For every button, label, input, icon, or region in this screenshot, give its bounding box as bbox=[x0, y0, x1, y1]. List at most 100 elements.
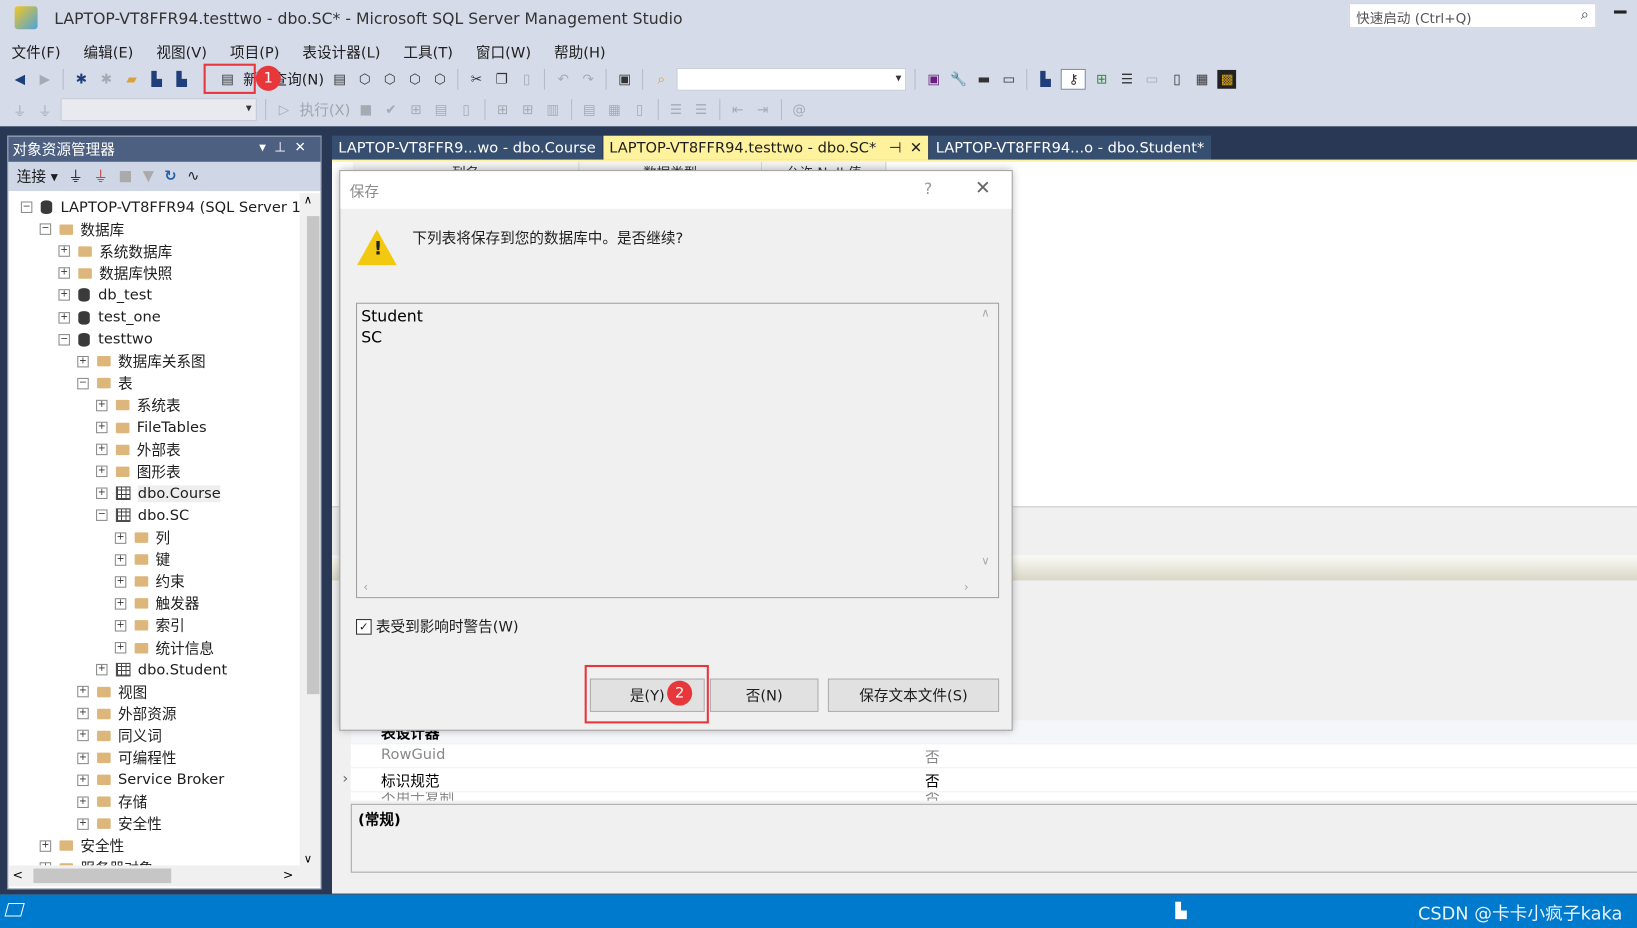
new-project-icon[interactable]: ✱ bbox=[72, 70, 91, 89]
solution-explorer-icon[interactable]: ▣ bbox=[924, 70, 943, 89]
indent-icon[interactable]: ⇥ bbox=[753, 100, 772, 119]
tree-node[interactable]: + 统计信息 bbox=[114, 637, 214, 659]
no-button[interactable]: 否(N) bbox=[709, 678, 819, 712]
tree-node[interactable]: + FileTables bbox=[96, 417, 207, 439]
close-button[interactable]: ✕ bbox=[975, 177, 991, 199]
expand-icon[interactable]: + bbox=[96, 399, 108, 412]
indexes-icon[interactable]: ☰ bbox=[1118, 70, 1137, 89]
filter-icon[interactable]: ▼ bbox=[143, 168, 154, 185]
scroll-up-icon[interactable]: ∧ bbox=[981, 306, 989, 320]
expand-icon[interactable]: + bbox=[39, 840, 52, 852]
expand-icon[interactable]: + bbox=[77, 818, 89, 830]
disconnect-icon[interactable]: ⏚ bbox=[93, 166, 108, 187]
estimated-plan-icon[interactable]: ⊞ bbox=[407, 100, 426, 119]
checkbox-checked-icon[interactable]: ✓ bbox=[356, 618, 372, 635]
menu-item[interactable]: 窗口(W) bbox=[464, 40, 542, 63]
save-text-file-button[interactable]: 保存文本文件(S) bbox=[827, 678, 1000, 712]
tree-node[interactable]: − testtwo bbox=[58, 328, 153, 350]
outdent-icon[interactable]: ⇤ bbox=[728, 100, 747, 119]
tree-node[interactable]: − dbo.SC bbox=[96, 505, 189, 527]
connect-dropdown[interactable]: 连接 ▾ bbox=[17, 166, 58, 187]
dmx-query-icon[interactable]: ⬡ bbox=[380, 70, 399, 89]
expand-icon[interactable]: + bbox=[96, 487, 108, 500]
paste-icon[interactable]: ▯ bbox=[517, 70, 536, 89]
stop-icon[interactable]: ■ bbox=[118, 168, 132, 185]
refresh-icon[interactable]: ↻ bbox=[164, 168, 176, 185]
property-row-identity[interactable]: › 标识规范 否 bbox=[342, 768, 1637, 793]
expand-icon[interactable]: + bbox=[58, 311, 70, 324]
tree-node[interactable]: + 外部资源 bbox=[77, 703, 176, 725]
tree-node[interactable]: + 数据库快照 bbox=[58, 262, 172, 284]
expand-icon[interactable]: + bbox=[77, 730, 89, 742]
search-combo[interactable] bbox=[676, 67, 907, 91]
expand-icon[interactable]: + bbox=[96, 421, 108, 434]
collapse-icon[interactable]: − bbox=[96, 509, 108, 522]
pin-icon[interactable]: ⊥ bbox=[274, 140, 294, 156]
menu-item[interactable]: 工具(T) bbox=[392, 40, 465, 63]
expand-icon[interactable]: › bbox=[342, 770, 348, 787]
toolbox-icon[interactable]: ▬ bbox=[974, 70, 993, 89]
dropdown-icon[interactable]: ▾ bbox=[259, 140, 274, 156]
disconnect-icon[interactable]: ⏚ bbox=[35, 100, 54, 120]
scroll-down-icon[interactable]: ∨ bbox=[981, 554, 989, 568]
primary-key-icon[interactable]: ⚷ bbox=[1061, 68, 1087, 90]
menu-item[interactable]: 帮助(H) bbox=[543, 40, 618, 63]
results-grid-icon[interactable]: ▦ bbox=[605, 100, 624, 119]
tree-node[interactable]: + 存储 bbox=[77, 791, 147, 813]
tree-node[interactable]: + 视图 bbox=[77, 681, 147, 703]
minimize-button[interactable] bbox=[1614, 10, 1627, 14]
document-tab[interactable]: LAPTOP-VT8FFR94.testtwo - dbo.SC* ⊣ ✕ bbox=[603, 135, 929, 160]
tree-node[interactable]: + 系统表 bbox=[96, 394, 181, 416]
connect-icon[interactable]: ⏚ bbox=[10, 100, 29, 120]
tree-node[interactable]: − 表 bbox=[77, 372, 133, 394]
menu-item[interactable]: 表设计器(L) bbox=[291, 40, 392, 63]
undo-icon[interactable]: ↶ bbox=[554, 70, 573, 89]
expand-icon[interactable]: + bbox=[114, 641, 127, 654]
db-engine-query-icon[interactable]: ▤ bbox=[330, 70, 349, 89]
tree-node[interactable]: + 同义词 bbox=[77, 725, 162, 747]
tree-node[interactable]: + 键 bbox=[114, 549, 170, 571]
uncomment-icon[interactable]: ☰ bbox=[692, 100, 711, 119]
tree-vertical-scrollbar[interactable]: ∧ ∨ bbox=[299, 193, 321, 865]
scroll-right-icon[interactable]: › bbox=[964, 579, 969, 594]
relationships-icon[interactable]: ⊞ bbox=[1092, 70, 1111, 89]
connect-plug-icon[interactable]: ⏚ bbox=[68, 166, 83, 187]
property-row-rowguid[interactable]: RowGuid 否 bbox=[350, 744, 1637, 769]
expand-icon[interactable]: + bbox=[58, 267, 70, 280]
properties-icon[interactable]: 🔧 bbox=[949, 70, 968, 89]
command-window-icon[interactable]: ▭ bbox=[1000, 70, 1019, 89]
live-stats-icon[interactable]: ⊞ bbox=[518, 100, 537, 119]
tree-node[interactable]: − 数据库 bbox=[39, 218, 124, 240]
expand-icon[interactable]: + bbox=[114, 619, 127, 632]
dax-query-icon[interactable]: ⬡ bbox=[431, 70, 450, 89]
expand-icon[interactable]: + bbox=[58, 289, 70, 302]
tree-node[interactable]: + 约束 bbox=[114, 571, 185, 593]
activity-monitor-icon[interactable]: ▣ bbox=[615, 70, 634, 89]
forward-icon[interactable]: ▶ bbox=[35, 70, 54, 89]
save-all-icon[interactable]: ▙ bbox=[172, 70, 191, 89]
tree-node[interactable]: + 数据库关系图 bbox=[77, 350, 206, 372]
document-tab[interactable]: LAPTOP-VT8FFR9...wo - dbo.Course bbox=[331, 135, 602, 160]
help-button[interactable]: ? bbox=[924, 180, 932, 199]
document-tab[interactable]: LAPTOP-VT8FFR94...o - dbo.Student* bbox=[929, 135, 1211, 160]
specify-values-icon[interactable]: @ bbox=[790, 100, 809, 119]
expand-icon[interactable]: + bbox=[77, 686, 89, 698]
tree-node[interactable]: + Service Broker bbox=[77, 769, 224, 791]
generate-script-icon[interactable]: ▙ bbox=[1036, 70, 1055, 89]
execute-button[interactable]: 执行(X) bbox=[300, 99, 351, 120]
expand-icon[interactable]: + bbox=[114, 531, 127, 544]
collapse-icon[interactable]: − bbox=[20, 201, 33, 213]
cut-icon[interactable]: ✂ bbox=[467, 70, 486, 89]
tree-node[interactable]: + 系统数据库 bbox=[58, 240, 172, 262]
tables-list[interactable]: Student SC ∧ ∨ ‹ › bbox=[356, 302, 1000, 599]
expand-icon[interactable]: + bbox=[77, 708, 89, 720]
menu-item[interactable]: 项目(P) bbox=[218, 40, 290, 63]
menu-item[interactable]: 编辑(E) bbox=[72, 40, 145, 63]
quick-launch-input[interactable]: 快速启动 (Ctrl+Q) ⌕ bbox=[1348, 3, 1597, 29]
check-constraints-icon[interactable]: ▦ bbox=[1193, 70, 1212, 89]
expand-icon[interactable]: + bbox=[77, 752, 89, 764]
tree-node[interactable]: + 列 bbox=[114, 527, 170, 549]
client-stats-icon[interactable]: ▥ bbox=[543, 100, 562, 119]
tree-node[interactable]: + dbo.Course bbox=[96, 483, 221, 505]
expand-icon[interactable]: + bbox=[96, 443, 108, 456]
